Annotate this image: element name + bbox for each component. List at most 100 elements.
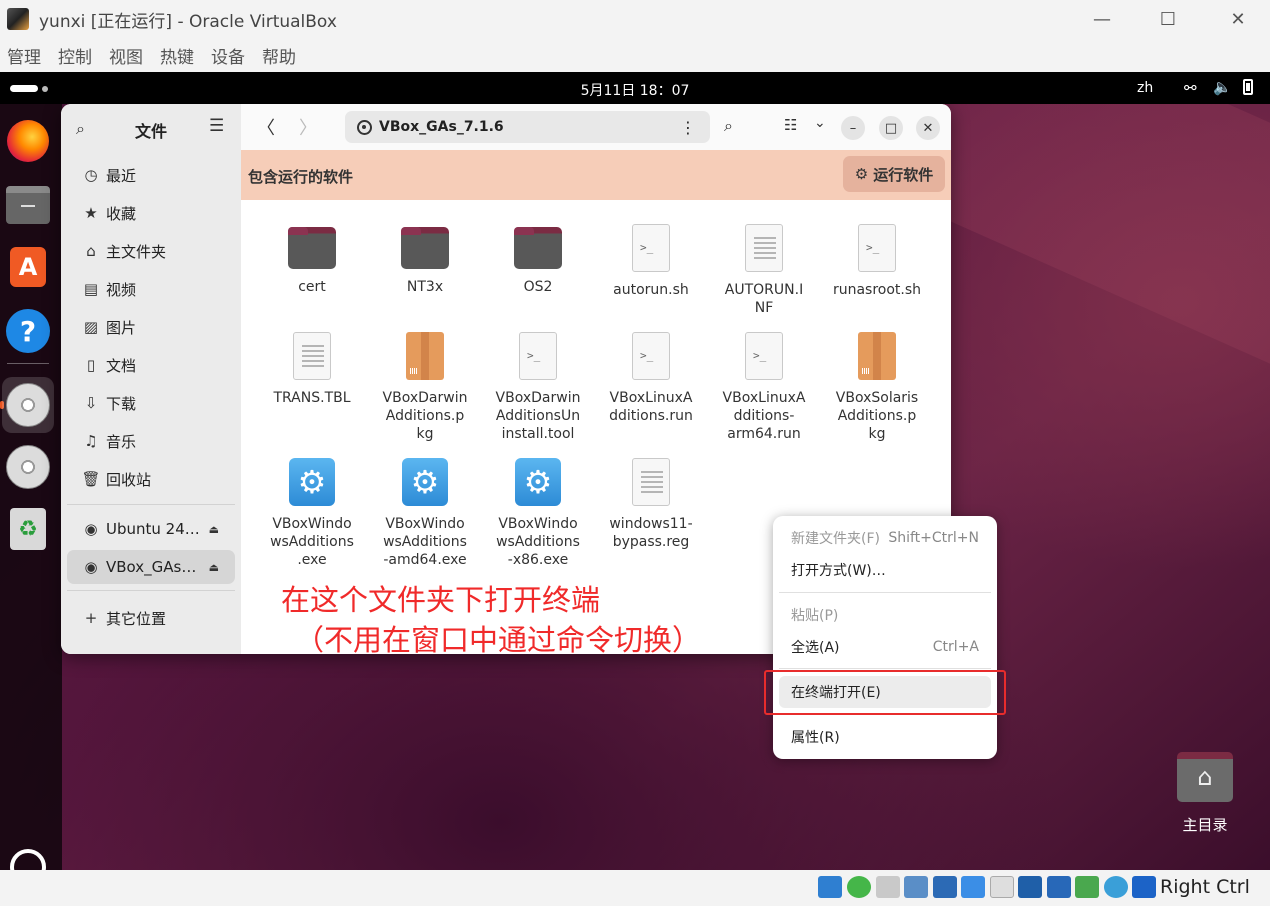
sidebar-item-home[interactable]: ⌂ 主文件夹 bbox=[67, 234, 235, 268]
optical-drive-icon[interactable] bbox=[847, 876, 871, 898]
cpu-icon[interactable] bbox=[1075, 876, 1099, 898]
plus-icon: + bbox=[84, 609, 98, 627]
menu-view[interactable]: 视图 bbox=[102, 43, 150, 68]
menu-item-select-all[interactable]: 全选(A) Ctrl+A bbox=[779, 631, 991, 663]
display-icon[interactable] bbox=[1018, 876, 1042, 898]
text-file-icon bbox=[745, 224, 783, 272]
folder-item[interactable]: cert bbox=[263, 224, 361, 296]
minimize-icon[interactable]: — bbox=[1072, 0, 1132, 38]
minimize-icon[interactable]: – bbox=[841, 116, 865, 140]
sidebar-item-trash[interactable]: 🗑 回收站 bbox=[67, 462, 235, 496]
file-item[interactable]: VBoxLinuxAdditions-arm64.run bbox=[715, 332, 813, 443]
menu-item-open-with[interactable]: 打开方式(W)… bbox=[779, 554, 991, 586]
dock-files[interactable] bbox=[5, 182, 51, 228]
sidebar-item-videos[interactable]: ▤ 视频 bbox=[67, 272, 235, 306]
folder-item[interactable]: OS2 bbox=[489, 224, 587, 296]
gear-icon: ⚙ bbox=[289, 458, 335, 506]
file-item[interactable]: TRANS.TBL bbox=[263, 332, 361, 407]
network-icon[interactable]: ⚯ bbox=[1184, 79, 1197, 97]
sidebar-separator bbox=[67, 504, 235, 505]
vbox-window-title: yunxi [正在运行] - Oracle VirtualBox bbox=[39, 11, 337, 32]
video-icon: ▤ bbox=[83, 280, 99, 298]
audio-icon[interactable] bbox=[904, 876, 928, 898]
dock-vbox-cd[interactable] bbox=[2, 377, 54, 433]
usb-icon[interactable] bbox=[961, 876, 985, 898]
sidebar-item-documents[interactable]: ▯ 文档 bbox=[67, 348, 235, 382]
run-software-button[interactable]: ⚙ 运行软件 bbox=[843, 156, 945, 192]
volume-icon[interactable]: 🔈 bbox=[1213, 78, 1232, 96]
maximize-icon[interactable]: □ bbox=[879, 116, 903, 140]
eject-icon[interactable]: ⏏ bbox=[209, 523, 219, 536]
dock-trash[interactable]: ♻ bbox=[5, 506, 51, 552]
sidebar-item-ubuntu-drive[interactable]: ◉ Ubuntu 24… ⏏ bbox=[67, 512, 235, 546]
list-view-icon[interactable]: ☷ bbox=[784, 116, 797, 134]
firefox-icon bbox=[7, 120, 49, 162]
kebab-menu-icon[interactable]: ⋮ bbox=[680, 118, 696, 137]
desktop-home-folder[interactable]: ⌂ 主目录 bbox=[1166, 752, 1244, 835]
file-item[interactable]: VBoxDarwin Additions.p kg bbox=[376, 332, 474, 443]
file-item[interactable]: windows11- bypass.reg bbox=[602, 458, 700, 551]
back-icon[interactable]: 〈 bbox=[257, 114, 275, 140]
keyboard-capture-icon[interactable] bbox=[1132, 876, 1156, 898]
annotation-line-2: （不用在窗口中通过命令切换） bbox=[295, 623, 702, 657]
dock-help[interactable]: ? bbox=[5, 308, 51, 354]
menu-control[interactable]: 控制 bbox=[51, 43, 99, 68]
sidebar-item-music[interactable]: ♫ 音乐 bbox=[67, 424, 235, 458]
hard-disk-icon[interactable] bbox=[818, 876, 842, 898]
menu-item-properties[interactable]: 属性(R) bbox=[779, 721, 991, 753]
home-folder-icon: ⌂ bbox=[1177, 752, 1233, 802]
menu-separator bbox=[779, 668, 991, 669]
hamburger-menu-icon[interactable]: ☰ bbox=[209, 116, 224, 136]
input-language[interactable]: zh bbox=[1137, 80, 1153, 96]
menu-devices[interactable]: 设备 bbox=[204, 43, 252, 68]
sidebar-item-vbox-drive[interactable]: ◉ VBox_GAs… ⏏ bbox=[67, 550, 235, 584]
search-button[interactable]: ⌕ bbox=[724, 116, 733, 136]
guest-desktop[interactable]: 5月11日 18：07 zh ⚯ 🔈 A ? ♻ ⌕ 文件 ☰ ◷ 最近 ★ 收藏 … bbox=[0, 72, 1270, 870]
file-item[interactable]: VBoxLinuxAdditions.run bbox=[602, 332, 700, 425]
sidebar-item-other-locations[interactable]: + 其它位置 bbox=[67, 601, 235, 635]
file-item[interactable]: ⚙ VBoxWindo wsAdditions -x86.exe bbox=[489, 458, 587, 569]
sidebar-item-starred[interactable]: ★ 收藏 bbox=[67, 196, 235, 230]
file-item[interactable]: VBoxDarwinAdditionsUninstall.tool bbox=[489, 332, 587, 443]
forward-icon[interactable]: 〉 bbox=[299, 114, 317, 140]
close-icon[interactable]: ✕ bbox=[916, 116, 940, 140]
menu-hotkeys[interactable]: 热键 bbox=[153, 43, 201, 68]
folder-item[interactable]: NT3x bbox=[376, 224, 474, 296]
menu-manage[interactable]: 管理 bbox=[0, 43, 48, 68]
eject-icon[interactable]: ⏏ bbox=[209, 561, 219, 574]
mouse-integration-icon[interactable] bbox=[1104, 876, 1128, 898]
shared-folders-icon[interactable] bbox=[990, 876, 1014, 898]
clock[interactable]: 5月11日 18：07 bbox=[0, 80, 1270, 100]
file-item[interactable]: AUTORUN.I NF bbox=[715, 224, 813, 317]
file-item[interactable]: VBoxSolaris Additions.p kg bbox=[828, 332, 926, 443]
menu-item-new-folder[interactable]: 新建文件夹(F) Shift+Ctrl+N bbox=[779, 522, 991, 554]
chevron-down-icon[interactable]: ⌄ bbox=[814, 115, 826, 131]
floppy-icon[interactable] bbox=[876, 876, 900, 898]
maximize-icon[interactable]: ☐ bbox=[1138, 0, 1198, 38]
sidebar-item-pictures[interactable]: ▨ 图片 bbox=[67, 310, 235, 344]
battery-icon[interactable] bbox=[1243, 79, 1253, 95]
folder-icon bbox=[288, 227, 336, 269]
disc-icon: ◉ bbox=[84, 520, 98, 538]
file-item[interactable]: ⚙ VBoxWindo wsAdditions .exe bbox=[263, 458, 361, 569]
menu-help[interactable]: 帮助 bbox=[255, 43, 303, 68]
file-item[interactable]: runasroot.sh bbox=[828, 224, 926, 299]
file-item[interactable]: autorun.sh bbox=[602, 224, 700, 299]
network-adapter-icon[interactable] bbox=[933, 876, 957, 898]
show-apps-button[interactable] bbox=[5, 844, 51, 870]
menu-separator bbox=[779, 592, 991, 593]
help-icon: ? bbox=[6, 309, 50, 353]
file-item[interactable]: ⚙ VBoxWindo wsAdditions -amd64.exe bbox=[376, 458, 474, 569]
optical-disc-icon bbox=[6, 383, 50, 427]
host-key-label[interactable]: Right Ctrl bbox=[1160, 876, 1250, 898]
vbox-statusbar: Right Ctrl bbox=[0, 870, 1270, 906]
dock-ubuntu-cd[interactable] bbox=[5, 444, 51, 490]
menu-item-paste[interactable]: 粘贴(P) bbox=[779, 599, 991, 631]
path-bar[interactable]: VBox_GAs_7.1.6 ⋮ bbox=[345, 111, 710, 143]
dock-firefox[interactable] bbox=[5, 118, 51, 164]
recording-icon[interactable] bbox=[1047, 876, 1071, 898]
dock-app-center[interactable]: A bbox=[5, 244, 51, 290]
sidebar-item-recent[interactable]: ◷ 最近 bbox=[67, 158, 235, 192]
close-icon[interactable]: ✕ bbox=[1208, 0, 1268, 38]
sidebar-item-downloads[interactable]: ⇩ 下载 bbox=[67, 386, 235, 420]
